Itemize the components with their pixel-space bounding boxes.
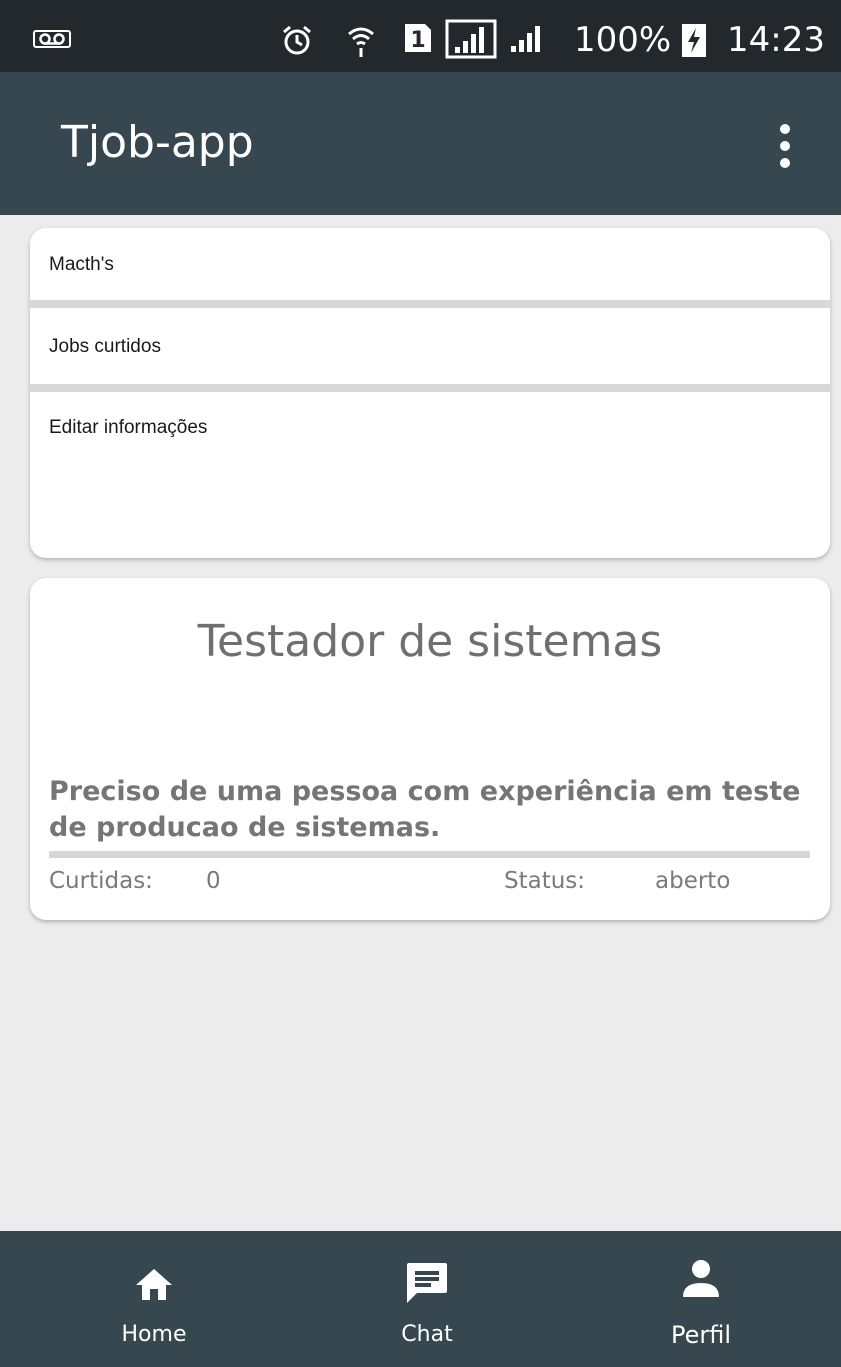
menu-item-liked-jobs[interactable]: Jobs curtidos <box>30 308 830 384</box>
svg-text:1: 1 <box>410 28 425 53</box>
battery-percentage: 100% <box>574 20 672 60</box>
nav-profile-label: Perfil <box>670 1321 732 1349</box>
status-value: aberto <box>655 868 731 894</box>
likes-count: 0 <box>206 868 221 894</box>
app-bar: Tjob-app <box>0 72 841 215</box>
home-icon <box>134 1267 174 1305</box>
menu-dot <box>780 158 790 168</box>
nav-home[interactable]: Home <box>54 1231 254 1367</box>
signal-icon <box>509 24 545 58</box>
job-title: Testador de sistemas <box>197 616 663 667</box>
chat-icon <box>405 1261 449 1309</box>
alarm-icon <box>281 24 313 60</box>
person-icon <box>681 1259 721 1303</box>
more-vert-icon[interactable] <box>770 120 800 172</box>
job-card[interactable]: Testador de sistemas Preciso de uma pess… <box>30 578 830 920</box>
nav-chat-label: Chat <box>401 1322 453 1347</box>
bottom-nav: Home Chat Perfil <box>0 1231 841 1367</box>
nav-home-label: Home <box>121 1322 187 1347</box>
nav-chat[interactable]: Chat <box>327 1231 527 1367</box>
divider <box>30 300 830 308</box>
app-title: Tjob-app <box>61 117 254 168</box>
battery-charging-icon <box>681 22 707 62</box>
menu-dot <box>780 124 790 134</box>
likes-label: Curtidas: <box>49 868 153 894</box>
wifi-icon <box>346 22 376 62</box>
status-label: Status: <box>504 868 586 894</box>
menu-item-edit-info[interactable]: Editar informações <box>30 392 830 558</box>
voicemail-icon <box>33 30 71 52</box>
menu-item-matches[interactable]: Macth's <box>30 228 830 300</box>
nav-profile[interactable]: Perfil <box>601 1231 801 1367</box>
sim-icon: 1 <box>403 22 433 58</box>
signal-icon <box>445 19 497 63</box>
profile-menu-card: Macth's Jobs curtidos Editar informações <box>30 228 830 558</box>
divider <box>49 851 810 858</box>
status-clock: 14:23 <box>727 20 825 60</box>
job-description: Preciso de uma pessoa com experiência em… <box>49 776 801 843</box>
menu-dot <box>780 141 790 151</box>
divider <box>30 384 830 392</box>
status-bar: 1 100% 14:23 <box>0 0 841 72</box>
